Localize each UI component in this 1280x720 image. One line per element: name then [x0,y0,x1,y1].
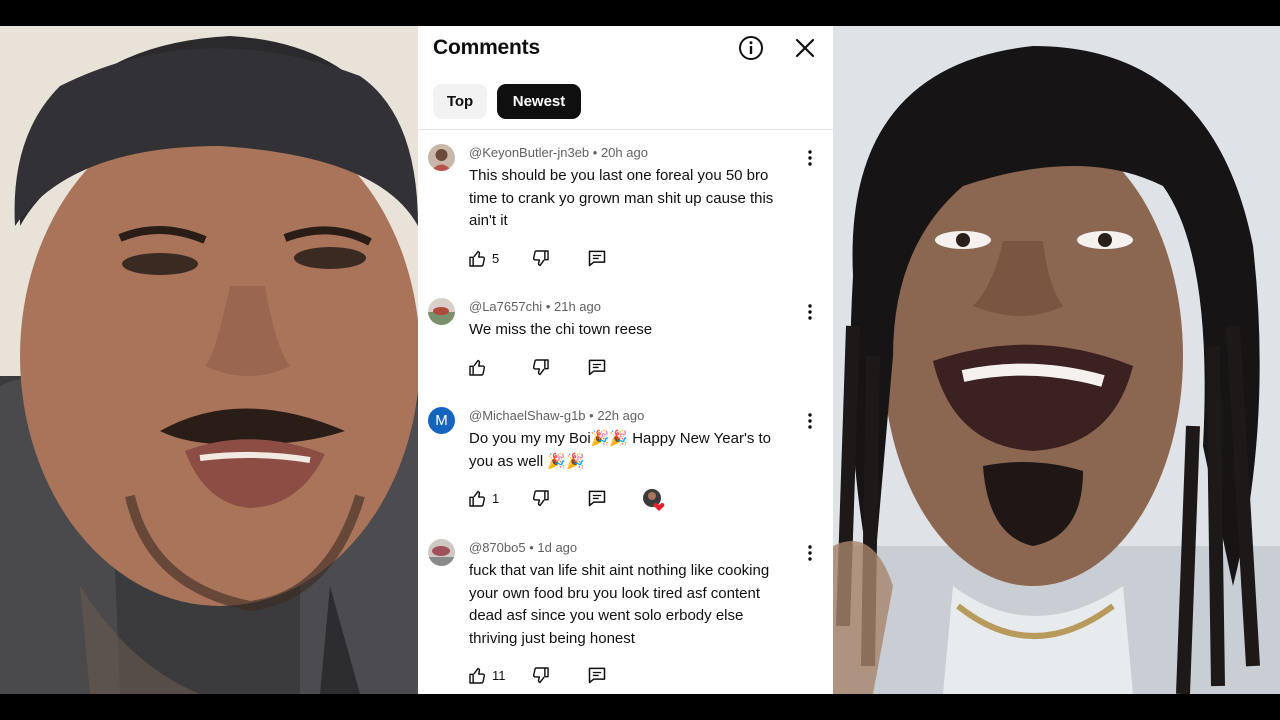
like-count: 5 [492,250,500,266]
thumbs-down-icon [532,249,549,266]
comment-author[interactable]: @KeyonButler-jn3eb [469,145,589,160]
reply-button[interactable] [587,247,607,269]
dislike-button[interactable] [531,247,550,269]
comment-time: 20h ago [600,145,648,160]
reply-button[interactable] [587,356,607,378]
more-vert-icon[interactable] [802,412,818,430]
reply-button[interactable] [587,487,607,509]
reply-icon [588,250,606,267]
meta-separator: • [592,145,601,160]
comment-line: thriving just being honest [469,629,635,647]
comment-meta: @La7657chi • 21h ago [469,299,601,314]
reply-icon [588,359,606,376]
comment-author[interactable]: @La7657chi [469,299,542,314]
like-button[interactable] [468,356,487,378]
comment-line: ain't it [469,212,508,229]
comment-time: 22h ago [597,408,645,423]
avatar[interactable]: M [428,407,455,434]
reply-icon [588,490,606,507]
thumbs-down-icon [532,666,549,683]
comment-text: This should be you last one foreal you 5… [469,165,809,233]
comment-author[interactable]: @MichaelShaw-g1b [469,408,586,423]
thumbs-down-icon [532,358,549,375]
letterbox-top [0,0,1280,26]
dislike-button[interactable] [531,664,550,686]
comment-line: you as well 🎉🎉 [469,452,585,470]
like-count: 11 [492,667,506,683]
comment-author[interactable]: @870bo5 [469,540,526,555]
reply-icon [588,667,606,684]
panel-title: Comments [433,36,540,59]
thumbs-up-icon [469,359,486,376]
chip-top[interactable]: Top [433,84,487,119]
comment-line: time to crank yo grown man shit up cause… [469,189,774,207]
comment-line: fuck that van life shit aint nothing lik… [469,562,770,579]
right-person-photo [833,26,1280,694]
dislike-button[interactable] [531,487,550,509]
comments-panel: Comments Top Newest @KeyonButler-jn3eb •… [418,26,833,694]
like-button[interactable]: 1 [468,487,499,509]
close-icon[interactable] [793,36,817,60]
letterbox-bottom [0,694,1280,720]
comment-line: dead asf since you went solo erbody else [469,607,744,624]
comment-line: Do you my my Boi🎉🎉 Happy New Year's to [469,430,771,447]
more-vert-icon[interactable] [802,544,818,562]
comment-text: We miss the chi town reese [469,319,809,342]
heart-icon [653,503,665,511]
avatar-letter: M [435,412,448,429]
thumbs-up-icon [469,667,486,684]
comment-meta: @KeyonButler-jn3eb • 20h ago [469,145,648,160]
header-divider [418,129,833,130]
comment-text: fuck that van life shit aint nothing lik… [469,560,809,650]
avatar[interactable] [428,298,455,325]
creator-heart-badge [642,488,665,511]
thumbs-up-icon [469,250,486,267]
comment-time: 1d ago [537,540,578,555]
chip-newest[interactable]: Newest [497,84,581,119]
left-person-photo [0,26,418,694]
thumbs-down-icon [532,489,549,506]
more-vert-icon[interactable] [802,303,818,321]
comment-line: We miss the chi town reese [469,321,653,338]
comment-text: Do you my my Boi🎉🎉 Happy New Year's to y… [469,428,809,473]
meta-separator: • [545,299,554,314]
like-count: 1 [492,490,500,506]
more-vert-icon[interactable] [802,149,818,167]
comment-line: This should be you last one foreal you 5… [469,167,769,184]
thumbs-up-icon [469,490,486,507]
info-icon[interactable] [738,35,764,61]
comment-time: 21h ago [554,299,601,314]
avatar[interactable] [428,539,455,566]
avatar[interactable] [428,144,455,171]
like-button[interactable]: 11 [468,664,506,686]
comment-line: your own food bru you look tired asf con… [469,584,761,602]
comment-meta: @870bo5 • 1d ago [469,540,577,555]
comment-meta: @MichaelShaw-g1b • 22h ago [469,408,644,423]
like-button[interactable]: 5 [468,247,499,269]
reply-button[interactable] [587,664,607,686]
dislike-button[interactable] [531,356,550,378]
